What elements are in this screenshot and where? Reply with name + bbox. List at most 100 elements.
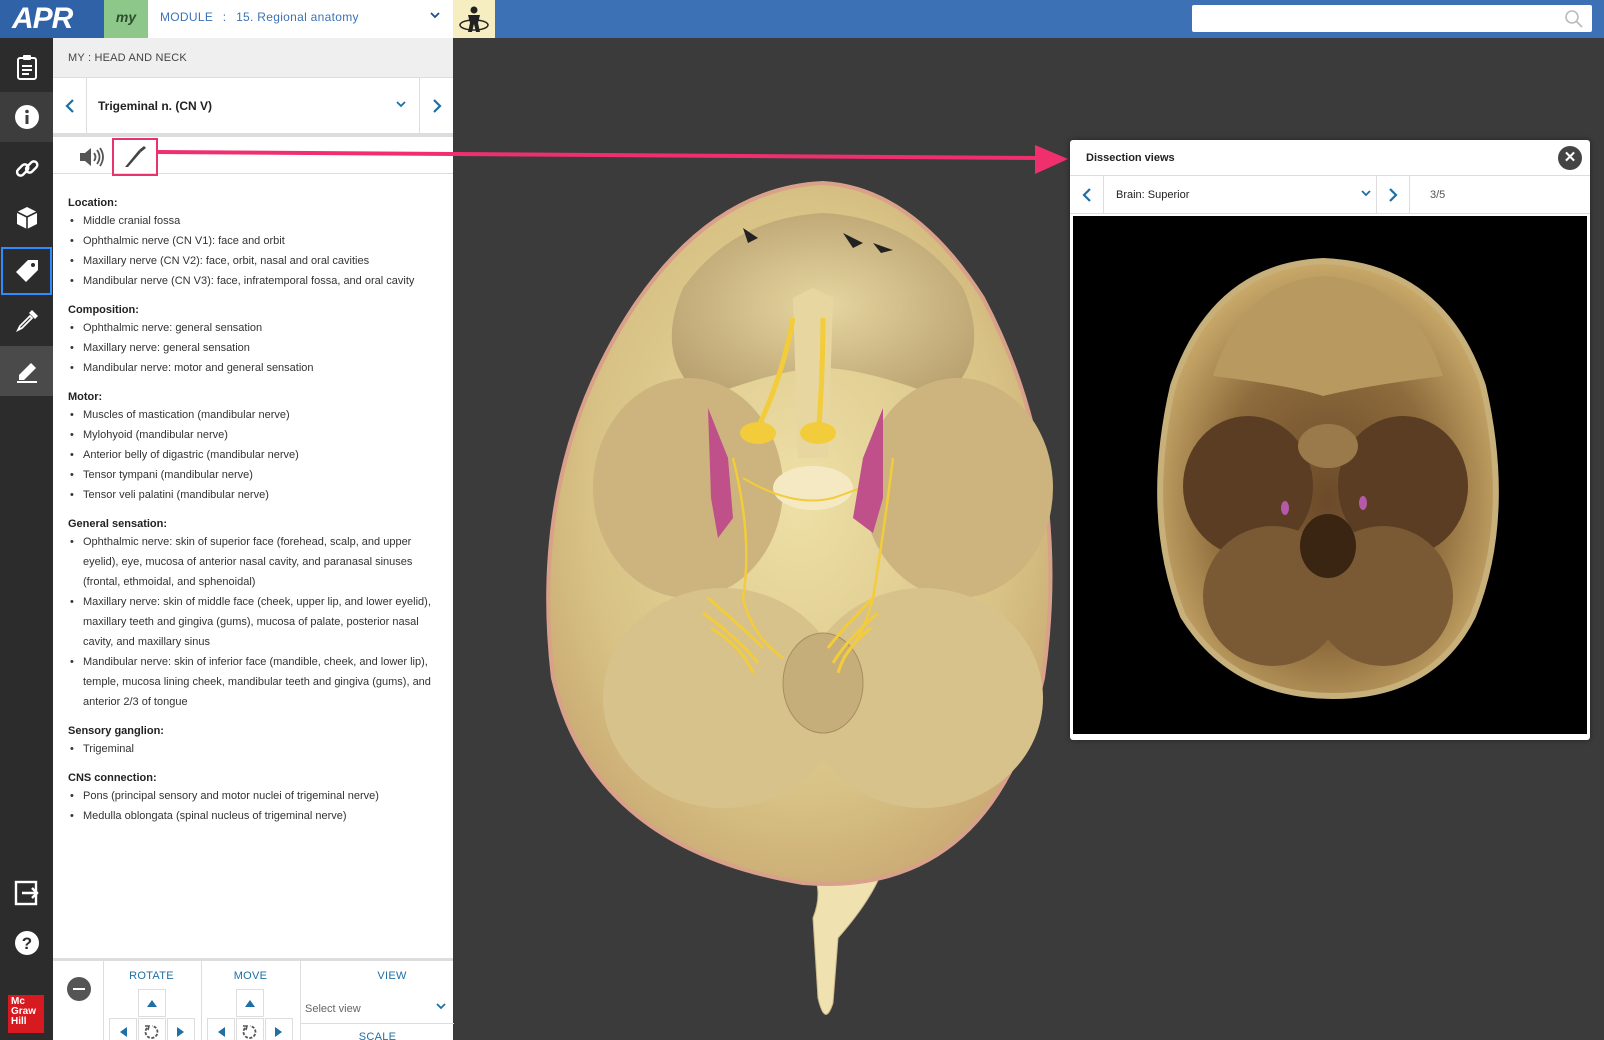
chevron-down-icon bbox=[429, 0, 441, 34]
triangle-right-icon bbox=[275, 1027, 282, 1037]
rotate-label: ROTATE bbox=[129, 970, 174, 982]
dissection-view-dropdown[interactable] bbox=[1360, 176, 1372, 214]
triangle-left-icon bbox=[218, 1027, 225, 1037]
section-list: Trigeminal bbox=[68, 739, 433, 759]
search-input[interactable] bbox=[1192, 5, 1552, 32]
search-bar bbox=[1192, 5, 1592, 32]
module-separator: : bbox=[222, 10, 227, 24]
view-controls: ROTATE MOVE VIEW Select view SCALE bbox=[53, 958, 454, 1040]
description-section: General sensation: Ophthalmic nerve: skin… bbox=[68, 518, 433, 712]
section-title: Location: bbox=[68, 197, 118, 209]
model-button[interactable] bbox=[0, 193, 53, 243]
next-structure-button[interactable] bbox=[419, 78, 453, 134]
rotate-up-button[interactable] bbox=[138, 989, 166, 1017]
help-button[interactable]: ? bbox=[0, 918, 53, 968]
rotate-icon bbox=[144, 1025, 159, 1039]
triangle-left-icon bbox=[120, 1027, 127, 1037]
dropper-button[interactable] bbox=[0, 296, 53, 346]
structure-name[interactable]: Trigeminal n. (CN V) bbox=[98, 78, 212, 134]
speaker-icon bbox=[80, 147, 104, 167]
list-item: Trigeminal bbox=[68, 739, 433, 759]
scale-label: SCALE bbox=[301, 1023, 454, 1040]
info-panel: MY : HEAD AND NECK Trigeminal n. (CN V) … bbox=[53, 38, 454, 1040]
section-title: Sensory ganglion: bbox=[68, 725, 164, 737]
list-item: Ophthalmic nerve: skin of superior face … bbox=[68, 532, 433, 592]
move-label: MOVE bbox=[233, 970, 268, 982]
structure-navigator: Trigeminal n. (CN V) bbox=[53, 78, 453, 134]
view-select-value: Select view bbox=[305, 1003, 361, 1015]
search-icon[interactable] bbox=[1564, 9, 1584, 34]
rotate-left-button[interactable] bbox=[109, 1018, 137, 1040]
highlight-button[interactable] bbox=[0, 346, 53, 396]
dissection-view-name[interactable]: Brain: Superior bbox=[1116, 176, 1189, 214]
exit-button[interactable] bbox=[0, 868, 53, 918]
list-item: Ophthalmic nerve (CN V1): face and orbit bbox=[68, 231, 433, 251]
section-title: General sensation: bbox=[68, 518, 168, 530]
list-item: Anterior belly of digastric (mandibular … bbox=[68, 445, 433, 465]
close-icon: ✕ bbox=[1563, 149, 1577, 166]
human-figure-icon bbox=[459, 6, 489, 32]
collapse-controls-button[interactable] bbox=[67, 977, 91, 1001]
breadcrumb: MY : HEAD AND NECK bbox=[53, 38, 453, 78]
my-badge[interactable]: my bbox=[104, 0, 148, 38]
list-item: Medulla oblongata (spinal nucleus of tri… bbox=[68, 806, 433, 826]
link-button[interactable] bbox=[0, 144, 53, 194]
close-button[interactable]: ✕ bbox=[1558, 146, 1582, 170]
section-list: Ophthalmic nerve: skin of superior face … bbox=[68, 532, 433, 712]
view-select[interactable]: Select view bbox=[305, 997, 447, 1021]
audio-button[interactable] bbox=[77, 143, 107, 171]
list-item: Tensor veli palatini (mandibular nerve) bbox=[68, 485, 433, 505]
rotate-control: ROTATE bbox=[103, 961, 199, 1040]
rotate-right-button[interactable] bbox=[167, 1018, 195, 1040]
list-item: Maxillary nerve (CN V2): face, orbit, na… bbox=[68, 251, 433, 271]
eraser-icon bbox=[16, 363, 37, 383]
module-label: MODULE bbox=[160, 10, 214, 24]
list-item: Mandibular nerve: motor and general sens… bbox=[68, 358, 433, 378]
info-button[interactable] bbox=[0, 92, 53, 142]
app-logo[interactable]: APR bbox=[0, 0, 104, 38]
description-section: Motor: Muscles of mastication (mandibular… bbox=[68, 391, 433, 505]
description-section: CNS connection: Pons (principal sensory a… bbox=[68, 772, 433, 826]
chevron-down-icon bbox=[1361, 190, 1371, 197]
eyedropper-icon bbox=[15, 310, 38, 333]
rotate-icon bbox=[242, 1025, 257, 1039]
structure-dropdown[interactable] bbox=[395, 78, 407, 134]
move-right-button[interactable] bbox=[265, 1018, 293, 1040]
tags-button[interactable] bbox=[0, 246, 53, 296]
module-dropdown[interactable]: MODULE : 15. Regional anatomy bbox=[148, 0, 453, 38]
list-item: Maxillary nerve: general sensation bbox=[68, 338, 433, 358]
section-list: Ophthalmic nerve: general sensationMaxil… bbox=[68, 318, 433, 378]
top-bar: APR my MODULE : 15. Regional anatomy bbox=[0, 0, 1604, 38]
chevron-down-icon bbox=[435, 997, 447, 1021]
dissection-header: Dissection views ✕ bbox=[1070, 140, 1590, 176]
module-value: 15. Regional anatomy bbox=[236, 10, 359, 24]
scalpel-icon bbox=[125, 146, 146, 167]
description-section: Sensory ganglion: Trigeminal bbox=[68, 725, 433, 759]
info-icon bbox=[14, 105, 39, 129]
move-left-button[interactable] bbox=[207, 1018, 235, 1040]
section-list: Middle cranial fossaOphthalmic nerve (CN… bbox=[68, 211, 433, 291]
previous-view-button[interactable] bbox=[1070, 176, 1104, 214]
svg-text:?: ? bbox=[21, 934, 31, 953]
list-item: Mandibular nerve (CN V3): face, infratem… bbox=[68, 271, 433, 291]
move-up-button[interactable] bbox=[236, 989, 264, 1017]
previous-structure-button[interactable] bbox=[53, 78, 87, 134]
triangle-up-icon bbox=[147, 1000, 157, 1007]
section-list: Muscles of mastication (mandibular nerve… bbox=[68, 405, 433, 505]
rotate-pad bbox=[108, 989, 196, 1040]
dissection-title: Dissection views bbox=[1086, 152, 1175, 164]
list-item: Tensor tympani (mandibular nerve) bbox=[68, 465, 433, 485]
next-view-button[interactable] bbox=[1376, 176, 1410, 214]
move-reset-button[interactable] bbox=[236, 1018, 264, 1040]
dissection-button[interactable] bbox=[112, 138, 158, 176]
anatomy-figure-button[interactable] bbox=[453, 0, 495, 38]
view-control: VIEW Select view SCALE bbox=[300, 961, 454, 1040]
rotate-reset-button[interactable] bbox=[138, 1018, 166, 1040]
list-item: Mylohyoid (mandibular nerve) bbox=[68, 425, 433, 445]
dissection-views-panel: Dissection views ✕ Brain: Superior 3/5 bbox=[1070, 140, 1590, 740]
structure-description: Location: Middle cranial fossaOphthalmic … bbox=[53, 178, 453, 958]
notes-button[interactable] bbox=[0, 42, 53, 92]
triangle-up-icon bbox=[245, 1000, 255, 1007]
chevron-left-icon bbox=[64, 99, 74, 113]
dissection-photo bbox=[1073, 216, 1587, 734]
